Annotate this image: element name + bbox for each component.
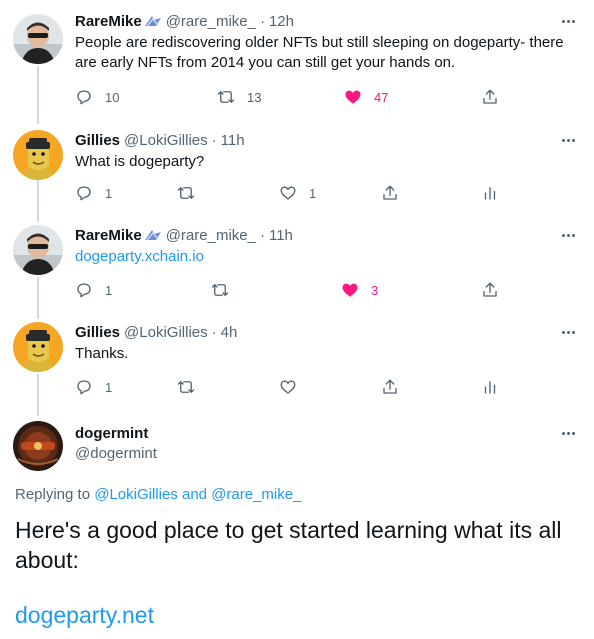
avatar[interactable] bbox=[13, 322, 63, 372]
tweet-text: Thanks. bbox=[75, 345, 129, 362]
author-handle[interactable]: @LokiGillies bbox=[124, 132, 208, 149]
heart-filled-icon bbox=[342, 283, 358, 297]
more-options-icon[interactable] bbox=[558, 322, 578, 342]
badge-icon bbox=[144, 14, 162, 28]
share-icon bbox=[483, 282, 497, 297]
author-handle[interactable]: @rare_mike_ bbox=[166, 227, 256, 244]
retweet-icon bbox=[177, 187, 195, 199]
share-button[interactable] bbox=[381, 377, 399, 397]
retweet-button[interactable] bbox=[211, 280, 229, 300]
replying-and: and bbox=[177, 486, 212, 503]
share-icon bbox=[483, 89, 497, 104]
more-options-icon[interactable] bbox=[558, 225, 578, 245]
analytics-icon bbox=[484, 187, 496, 200]
tweet-text: What is dogeparty? bbox=[75, 153, 205, 170]
retweet-button[interactable]: 13 bbox=[217, 87, 261, 107]
reply-count: 1 bbox=[105, 379, 113, 395]
main-tweet-text: Here's a good place to get started learn… bbox=[15, 517, 562, 573]
separator-dot: · bbox=[211, 323, 217, 341]
retweet-icon bbox=[177, 381, 195, 393]
share-icon bbox=[383, 379, 397, 394]
retweet-button[interactable] bbox=[177, 183, 195, 203]
retweet-button[interactable] bbox=[177, 377, 195, 397]
tweet[interactable]: RareMike @rare_mike_ · 11h dogeparty.xch… bbox=[0, 217, 594, 314]
reply-icon bbox=[77, 186, 91, 201]
timestamp[interactable]: 4h bbox=[221, 324, 238, 341]
tweet-text: People are rediscovering older NFTs but … bbox=[75, 34, 564, 71]
reply-icon bbox=[77, 380, 91, 395]
tweet[interactable]: Gillies @LokiGillies · 4h Thanks. 1 bbox=[0, 314, 594, 411]
share-button[interactable] bbox=[381, 183, 399, 203]
author-name[interactable]: RareMike bbox=[75, 13, 142, 30]
retweet-icon bbox=[217, 91, 235, 103]
author-handle[interactable]: @dogermint bbox=[75, 444, 157, 464]
replying-to: Replying to @LokiGillies and @rare_mike_ bbox=[15, 486, 301, 503]
like-count: 47 bbox=[374, 89, 389, 105]
heart-icon bbox=[280, 186, 296, 200]
reply-button[interactable]: 1 bbox=[75, 183, 112, 203]
tweet-link[interactable]: dogeparty.xchain.io bbox=[75, 247, 578, 267]
retweet-icon bbox=[211, 284, 229, 296]
heart-filled-icon bbox=[345, 90, 361, 104]
timestamp[interactable]: 11h bbox=[221, 132, 245, 149]
timestamp[interactable]: 12h bbox=[269, 13, 294, 30]
author-name[interactable]: RareMike bbox=[75, 227, 142, 244]
share-button[interactable] bbox=[481, 87, 499, 107]
like-count: 3 bbox=[371, 282, 379, 298]
heart-icon bbox=[280, 380, 296, 394]
author-handle[interactable]: @LokiGillies bbox=[124, 324, 208, 341]
tweet[interactable]: RareMike @rare_mike_ · 12h People are re… bbox=[0, 0, 594, 120]
more-options-icon[interactable] bbox=[558, 11, 578, 31]
reply-count: 10 bbox=[105, 89, 120, 105]
like-count: 1 bbox=[309, 185, 317, 201]
author-name[interactable]: Gillies bbox=[75, 132, 120, 149]
reply-icon bbox=[77, 90, 91, 105]
mention-link[interactable]: @LokiGillies bbox=[94, 486, 178, 503]
reply-button[interactable]: 1 bbox=[75, 377, 112, 397]
more-options-icon[interactable] bbox=[558, 423, 578, 443]
avatar[interactable] bbox=[13, 130, 63, 180]
like-button[interactable]: 47 bbox=[344, 87, 388, 107]
analytics-button[interactable] bbox=[481, 183, 499, 203]
author-name[interactable]: Gillies bbox=[75, 324, 120, 341]
share-button[interactable] bbox=[481, 280, 499, 300]
like-button[interactable] bbox=[279, 377, 297, 397]
more-options-icon[interactable] bbox=[558, 130, 578, 150]
author-handle[interactable]: @rare_mike_ bbox=[166, 13, 256, 30]
analytics-button[interactable] bbox=[481, 377, 499, 397]
avatar[interactable] bbox=[13, 421, 63, 471]
share-icon bbox=[383, 185, 397, 200]
separator-dot: · bbox=[259, 226, 265, 244]
tweet[interactable]: Gillies @LokiGillies · 11h What is dogep… bbox=[0, 120, 594, 217]
reply-count: 1 bbox=[105, 282, 113, 298]
author-name[interactable]: dogermint bbox=[75, 424, 157, 444]
retweet-count: 13 bbox=[247, 89, 262, 105]
avatar[interactable] bbox=[13, 14, 63, 64]
separator-dot: · bbox=[259, 12, 265, 30]
main-tweet-link[interactable]: dogeparty.net bbox=[15, 600, 154, 630]
reply-count: 1 bbox=[105, 185, 113, 201]
mention-link[interactable]: @rare_mike_ bbox=[211, 486, 301, 503]
like-button[interactable]: 1 bbox=[279, 183, 316, 203]
avatar[interactable] bbox=[13, 225, 63, 275]
replying-prefix: Replying to bbox=[15, 486, 95, 503]
reply-button[interactable]: 1 bbox=[75, 280, 112, 300]
timestamp[interactable]: 11h bbox=[269, 227, 293, 244]
separator-dot: · bbox=[211, 131, 217, 149]
like-button[interactable]: 3 bbox=[341, 280, 378, 300]
analytics-icon bbox=[484, 381, 496, 394]
badge-icon bbox=[144, 228, 162, 242]
reply-icon bbox=[77, 283, 91, 298]
reply-button[interactable]: 10 bbox=[75, 87, 119, 107]
